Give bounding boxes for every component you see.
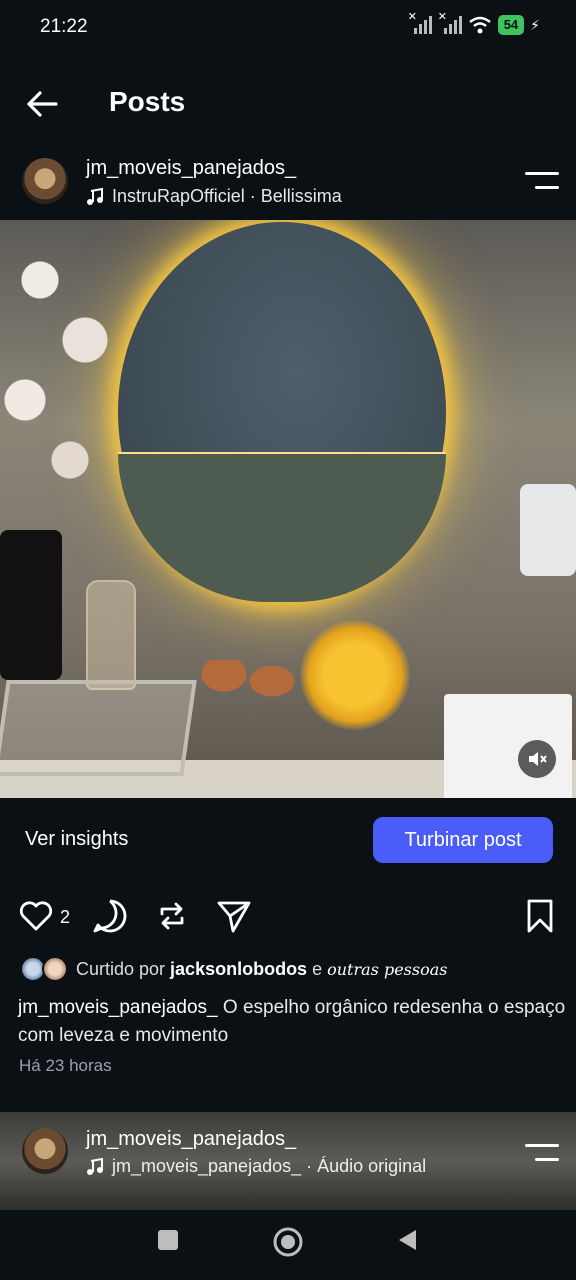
like-count[interactable]: 2 <box>60 907 70 928</box>
options-menu-icon[interactable] <box>525 1144 559 1164</box>
comment-icon[interactable] <box>92 898 128 934</box>
status-bar: 21:22 ✕ ✕ 54 ⚡ <box>0 0 576 56</box>
post-username[interactable]: jm_moveis_panejados_ <box>86 157 296 180</box>
wooden-lids <box>200 660 296 730</box>
post-caption: jm_moveis_panejados_ O espelho orgânico … <box>18 994 566 1050</box>
boost-post-button[interactable]: Turbinar post <box>373 817 553 863</box>
liked-by-text: Curtido por jacksonlobodos e outras pess… <box>76 959 447 980</box>
mute-button[interactable] <box>518 740 556 778</box>
next-post-username[interactable]: jm_moveis_panejados_ <box>86 1128 296 1151</box>
recents-icon[interactable] <box>156 1228 180 1252</box>
signal-icon-2: ✕ <box>438 11 462 36</box>
charging-icon: ⚡ <box>530 16 540 33</box>
pix-sign <box>444 694 572 798</box>
liked-by-user[interactable]: jacksonlobodos <box>170 959 307 979</box>
signal-icon: ✕ <box>408 11 432 36</box>
liked-by-prefix: Curtido por <box>76 958 171 979</box>
heart-icon[interactable] <box>18 898 54 934</box>
mirror-tray <box>0 680 197 776</box>
page-title: Posts <box>109 86 186 117</box>
liked-by-row[interactable]: Curtido por jacksonlobodos e outras pess… <box>20 956 447 982</box>
wifi-icon <box>468 16 491 34</box>
flowers-decor <box>0 220 130 520</box>
glass-jar <box>86 580 136 690</box>
insights-link[interactable]: Ver insights <box>25 828 128 851</box>
liked-by-others[interactable]: outras pessoas <box>327 960 447 979</box>
mirror-wave <box>118 452 446 602</box>
music-note-icon <box>87 1157 103 1175</box>
mirror-image <box>118 222 446 602</box>
post-audio[interactable]: InstruRapOfficiel · Bellissima <box>86 186 342 207</box>
back-nav-icon[interactable] <box>396 1228 420 1252</box>
liker-avatar-2 <box>42 956 68 982</box>
bookmark-icon[interactable] <box>522 898 558 934</box>
post-audio-label: InstruRapOfficiel · Bellissima <box>112 186 342 206</box>
options-menu-icon[interactable] <box>525 172 559 192</box>
dark-vase <box>0 530 62 680</box>
avatar[interactable] <box>22 1128 68 1174</box>
share-icon[interactable] <box>216 898 252 934</box>
next-post-audio-label: jm_moveis_panejados_ · Áudio original <box>112 1156 427 1176</box>
back-arrow-icon[interactable] <box>22 84 62 124</box>
music-note-icon <box>87 187 103 205</box>
status-time: 21:22 <box>40 16 88 37</box>
status-icons: ✕ ✕ 54 ⚡ <box>408 11 540 36</box>
light-switch <box>520 484 576 576</box>
speaker-muted-icon <box>529 752 547 766</box>
system-nav-bar <box>0 1210 576 1280</box>
next-post-audio[interactable]: jm_moveis_panejados_ · Áudio original <box>86 1156 426 1177</box>
home-icon[interactable] <box>272 1226 304 1258</box>
yellow-tree-decor <box>300 620 410 730</box>
avatar[interactable] <box>22 158 68 204</box>
liked-by-connector: e <box>307 958 328 979</box>
battery-icon: 54 <box>497 15 525 35</box>
repost-icon[interactable] <box>154 898 190 934</box>
post-timestamp: Há 23 horas <box>19 1056 112 1075</box>
next-post-preview[interactable]: jm_moveis_panejados_ jm_moveis_panejados… <box>0 1112 576 1210</box>
post-media[interactable] <box>0 220 576 798</box>
caption-username[interactable]: jm_moveis_panejados_ <box>18 997 218 1018</box>
